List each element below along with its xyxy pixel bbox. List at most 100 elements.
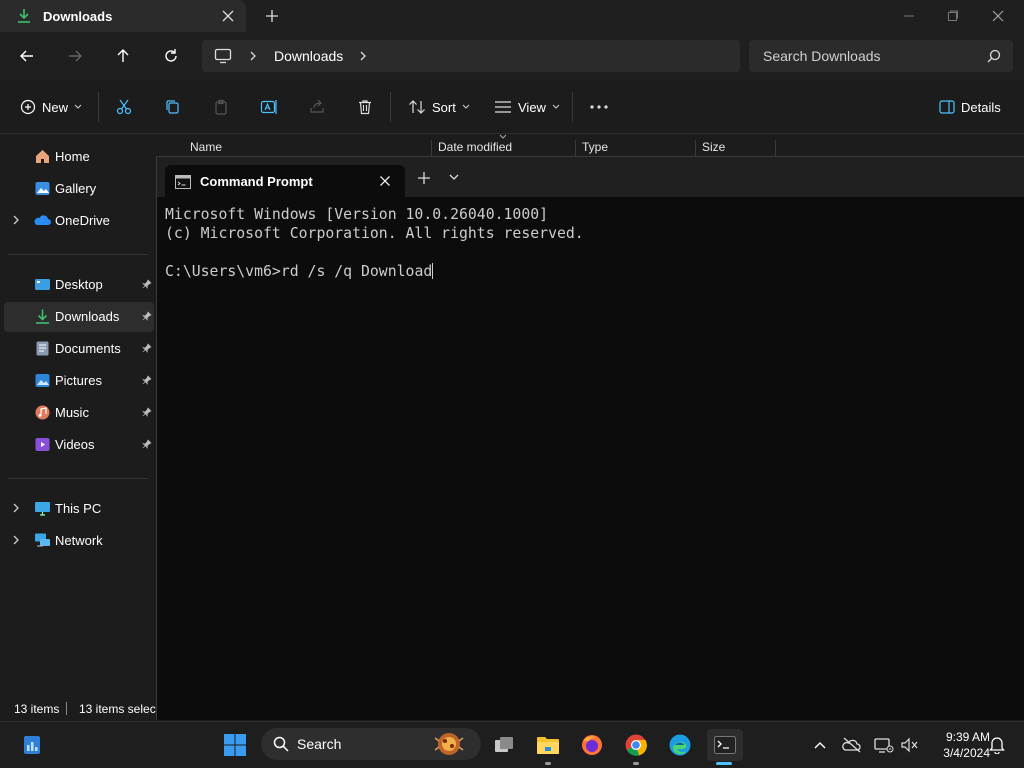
sidebar-item-label: OneDrive bbox=[55, 213, 110, 228]
taskbar-search-label: Search bbox=[297, 736, 342, 752]
onedrive-icon bbox=[34, 212, 51, 229]
download-icon bbox=[16, 8, 32, 24]
chevron-right-icon[interactable] bbox=[358, 50, 368, 62]
address-bar[interactable]: Downloads bbox=[202, 40, 740, 72]
column-label: Size bbox=[702, 140, 726, 154]
explorer-tab[interactable]: Downloads bbox=[0, 0, 246, 32]
pin-icon[interactable] bbox=[142, 407, 152, 417]
sidebar-item-label: Music bbox=[55, 405, 89, 420]
network-icon bbox=[34, 532, 51, 549]
sidebar-item-label: Gallery bbox=[55, 181, 97, 196]
pin-icon[interactable] bbox=[142, 311, 152, 321]
search-placeholder: Search Downloads bbox=[763, 48, 881, 64]
console-output[interactable]: Microsoft Windows [Version 10.0.26040.10… bbox=[165, 205, 1015, 281]
pin-icon[interactable] bbox=[142, 343, 152, 353]
firefox-icon[interactable] bbox=[576, 729, 608, 761]
share-icon[interactable] bbox=[309, 94, 325, 120]
minimize-icon[interactable] bbox=[896, 4, 922, 28]
new-tab-icon[interactable] bbox=[417, 171, 431, 185]
chevron-right-icon[interactable] bbox=[12, 502, 20, 514]
console-prompt: C:\Users\vm6> bbox=[165, 263, 281, 280]
view-button[interactable]: View bbox=[494, 94, 560, 120]
pin-icon[interactable] bbox=[142, 279, 152, 289]
sidebar-item-music[interactable]: Music bbox=[4, 398, 154, 428]
command-separator bbox=[390, 92, 391, 122]
chevron-up-icon[interactable] bbox=[804, 729, 836, 761]
close-tab-icon[interactable] bbox=[218, 6, 238, 26]
sidebar-item-label: Downloads bbox=[55, 309, 120, 324]
sidebar-item-label: This PC bbox=[55, 501, 102, 516]
restore-icon[interactable] bbox=[940, 4, 966, 28]
sidebar-item-home[interactable]: Home bbox=[4, 142, 154, 172]
sidebar-item-desktop[interactable]: Desktop bbox=[4, 270, 154, 300]
chevron-right-icon[interactable] bbox=[248, 50, 258, 62]
more-options-icon[interactable] bbox=[590, 94, 608, 120]
search-icon[interactable] bbox=[987, 49, 1001, 63]
close-window-icon[interactable] bbox=[985, 4, 1011, 28]
sidebar-item-network[interactable]: Network bbox=[4, 526, 154, 556]
edge-icon[interactable] bbox=[664, 729, 696, 761]
console-input-text[interactable]: rd /s /q Download bbox=[281, 263, 432, 280]
documents-icon bbox=[34, 340, 51, 357]
status-separator bbox=[66, 702, 67, 715]
videos-icon bbox=[34, 436, 51, 453]
search-input[interactable]: Search Downloads bbox=[749, 40, 1013, 72]
back-arrow-icon[interactable] bbox=[13, 42, 41, 70]
command-prompt-icon bbox=[175, 175, 191, 189]
breadcrumb-downloads[interactable]: Downloads bbox=[274, 48, 343, 64]
chevron-down-icon bbox=[74, 104, 82, 110]
download-icon bbox=[34, 308, 51, 325]
copy-icon[interactable] bbox=[164, 94, 180, 120]
pin-icon[interactable] bbox=[142, 439, 152, 449]
paste-icon[interactable] bbox=[213, 94, 229, 120]
console-line: Microsoft Windows [Version 10.0.26040.10… bbox=[165, 206, 549, 223]
file-explorer-taskbar-icon[interactable] bbox=[532, 729, 564, 761]
sidebar-item-label: Pictures bbox=[55, 373, 102, 388]
terminal-window[interactable]: Command Prompt Microsoft Windows [Versio… bbox=[156, 156, 1024, 720]
sidebar-item-label: Home bbox=[55, 149, 90, 164]
chevron-right-icon[interactable] bbox=[12, 534, 20, 546]
sidebar-item-downloads[interactable]: Downloads bbox=[4, 302, 154, 332]
sidebar-item-this-pc[interactable]: This PC bbox=[4, 494, 154, 524]
column-label: Name bbox=[190, 140, 223, 154]
home-icon bbox=[34, 148, 51, 165]
chevron-down-icon bbox=[462, 104, 470, 110]
chevron-right-icon[interactable] bbox=[12, 214, 20, 226]
terminal-taskbar-icon[interactable] bbox=[707, 729, 743, 761]
refresh-icon[interactable] bbox=[157, 42, 185, 70]
sidebar-item-pictures[interactable]: Pictures bbox=[4, 366, 154, 396]
start-windows-icon[interactable] bbox=[219, 729, 251, 761]
gallery-icon bbox=[34, 180, 51, 197]
widgets-icon[interactable] bbox=[16, 729, 48, 761]
close-tab-icon[interactable] bbox=[375, 171, 395, 191]
up-arrow-icon[interactable] bbox=[109, 42, 137, 70]
command-separator bbox=[98, 92, 99, 122]
taskbar-search-box[interactable]: Search bbox=[261, 728, 481, 760]
running-indicator bbox=[633, 762, 639, 765]
chrome-icon[interactable] bbox=[620, 729, 652, 761]
sidebar-item-gallery[interactable]: Gallery bbox=[4, 174, 154, 204]
sort-caret-icon bbox=[499, 134, 507, 139]
forward-arrow-icon[interactable] bbox=[61, 42, 89, 70]
music-icon bbox=[34, 404, 51, 421]
cut-icon[interactable] bbox=[116, 94, 132, 120]
onedrive-offline-icon[interactable] bbox=[836, 729, 868, 761]
sidebar-item-documents[interactable]: Documents bbox=[4, 334, 154, 364]
rename-icon[interactable] bbox=[260, 94, 278, 120]
item-count: 13 items bbox=[14, 702, 60, 716]
chevron-down-icon[interactable] bbox=[449, 173, 459, 181]
volume-muted-icon[interactable] bbox=[894, 729, 926, 761]
terminal-tab[interactable]: Command Prompt bbox=[165, 165, 405, 197]
sidebar-divider bbox=[8, 478, 148, 479]
details-button[interactable]: Details bbox=[939, 94, 1001, 120]
sidebar-item-onedrive[interactable]: OneDrive bbox=[4, 206, 154, 236]
notification-bell-icon[interactable] bbox=[981, 729, 1013, 761]
sort-button[interactable]: Sort bbox=[408, 94, 470, 120]
task-view-icon[interactable] bbox=[488, 729, 520, 761]
sidebar-item-videos[interactable]: Videos bbox=[4, 430, 154, 460]
new-tab-icon[interactable] bbox=[262, 6, 282, 26]
pin-icon[interactable] bbox=[142, 375, 152, 385]
delete-icon[interactable] bbox=[357, 94, 373, 120]
new-button[interactable]: New bbox=[20, 94, 82, 120]
console-input-line[interactable]: C:\Users\vm6>rd /s /q Download bbox=[165, 262, 1015, 281]
